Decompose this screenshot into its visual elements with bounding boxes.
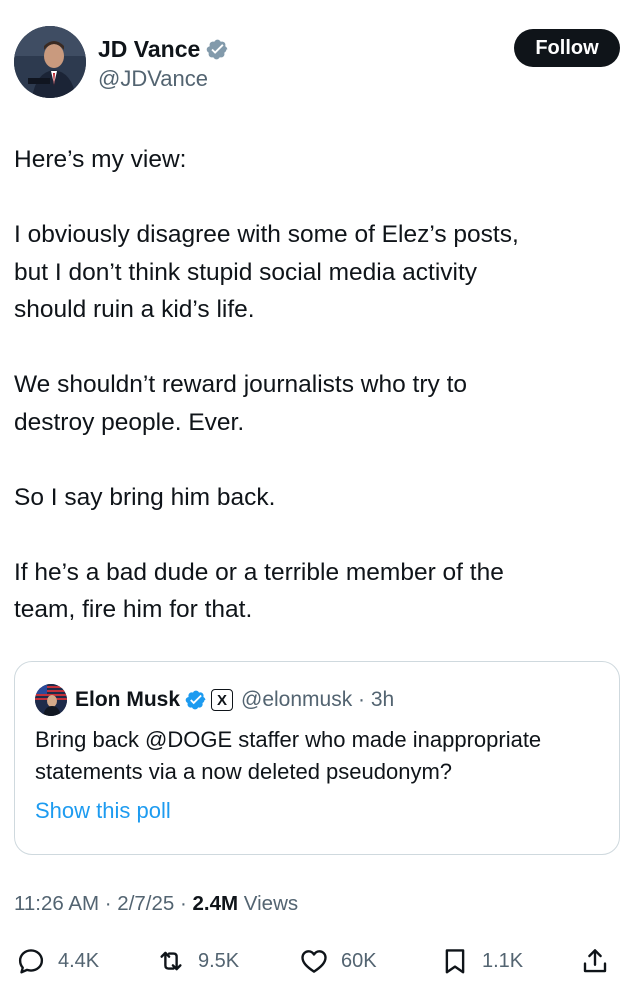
share-button[interactable] xyxy=(580,943,622,979)
quoted-tweet-card[interactable]: Elon Musk X @elonmusk · 3h Bring back @D… xyxy=(14,661,620,855)
quoted-text-line: Bring back @DOGE staffer who made inappr… xyxy=(35,727,542,752)
tweet-line: should ruin a kid’s life. xyxy=(14,296,255,323)
views-label: Views xyxy=(238,892,299,915)
like-count: 60K xyxy=(341,949,377,972)
tweet-line: destroy people. Ever. xyxy=(14,408,245,436)
heart-icon xyxy=(301,950,327,973)
quoted-tweet-text: Bring back @DOGE staffer who made inappr… xyxy=(35,724,605,788)
views-count: 2.4M xyxy=(192,892,239,915)
tweet-line: If he’s a bad dude or a terrible member … xyxy=(14,558,504,586)
share-icon xyxy=(583,949,607,973)
verified-badge-icon xyxy=(185,690,206,710)
action-bar: 4.4K 9.5K 60K 1.1K xyxy=(14,943,620,979)
bookmark-count: 1.1K xyxy=(482,949,524,972)
tweet-text: Here’s my view: I obviously disagree wit… xyxy=(14,141,614,629)
author-display-name[interactable]: JD Vance xyxy=(98,36,229,62)
repost-count: 9.5K xyxy=(198,949,240,972)
author-handle[interactable]: @JDVance xyxy=(98,64,229,94)
reply-count: 4.4K xyxy=(58,949,100,972)
tweet-line: So I say bring him back. xyxy=(14,483,276,511)
x-affiliate-badge-icon: X xyxy=(211,689,234,711)
bookmark-icon xyxy=(445,949,465,974)
follow-button[interactable]: Follow xyxy=(514,29,620,67)
tweet-line: but I don’t think stupid social media ac… xyxy=(14,258,478,286)
tweet-line: We shouldn’t reward journalists who try … xyxy=(14,371,467,398)
quoted-handle-time: @elonmusk · 3h xyxy=(241,688,395,711)
reply-icon xyxy=(18,949,44,974)
bookmark-button[interactable]: 1.1K xyxy=(440,943,523,979)
tweet-line: team, fire him for that. xyxy=(14,596,253,623)
author-avatar[interactable] xyxy=(14,26,86,98)
tweet-header: JD Vance @JDVance Follow xyxy=(14,26,620,102)
tweet-metadata: 11:26 AM · 2/7/25 · 2.4M Views xyxy=(14,892,298,916)
quoted-author-name[interactable]: Elon Musk xyxy=(75,688,180,712)
author-names: JD Vance @JDVance xyxy=(98,36,229,94)
show-poll-link[interactable]: Show this poll xyxy=(35,798,171,824)
quoted-author-avatar[interactable] xyxy=(35,684,67,716)
timestamp[interactable]: 11:26 AM · 2/7/25 · xyxy=(14,892,193,915)
tweet-line: I obviously disagree with some of Elez’s… xyxy=(14,221,519,248)
verified-badge-icon xyxy=(207,39,228,59)
quoted-text-line: statements via a now deleted pseudonym? xyxy=(35,759,453,784)
like-button[interactable]: 60K xyxy=(299,943,377,979)
repost-button[interactable]: 9.5K xyxy=(156,943,239,979)
repost-icon xyxy=(160,951,182,971)
tweet-line: Here’s my view: xyxy=(14,146,187,173)
reply-button[interactable]: 4.4K xyxy=(16,943,99,979)
quoted-tweet-header: Elon Musk X @elonmusk · 3h xyxy=(35,683,394,717)
